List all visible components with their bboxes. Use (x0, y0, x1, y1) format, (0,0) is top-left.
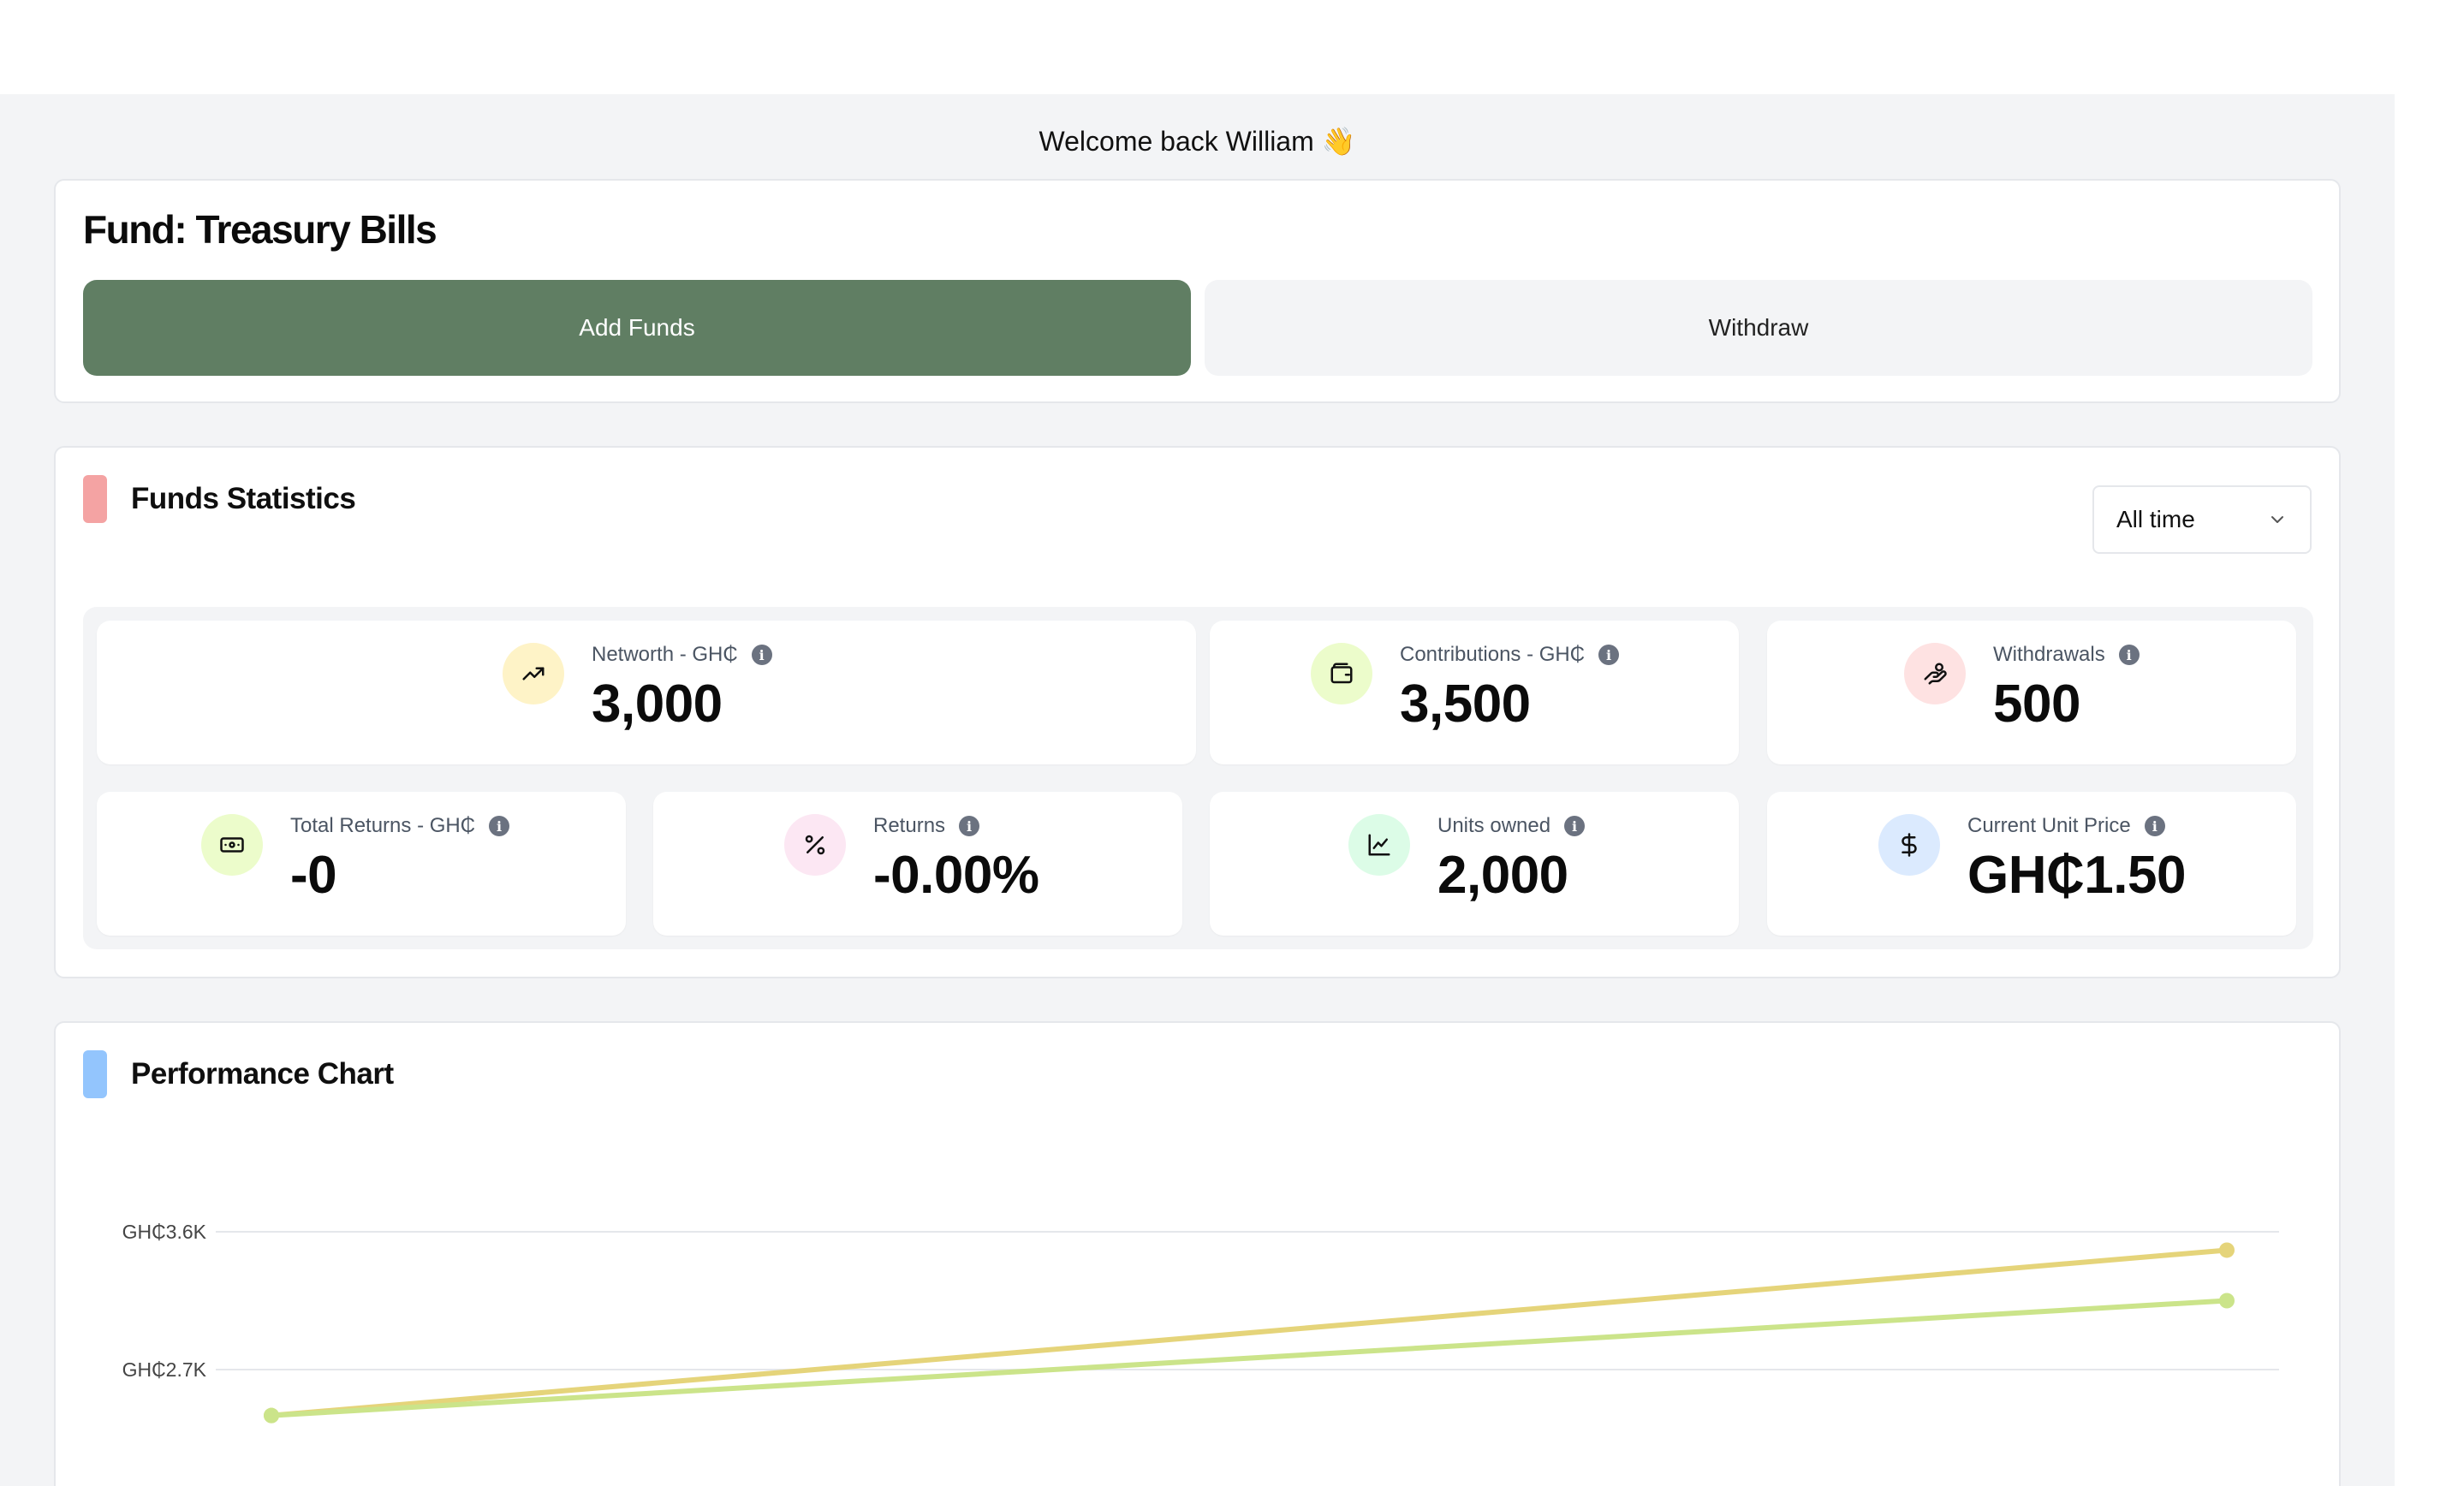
stat-value: 500 (1993, 675, 2080, 734)
stat-card-returns: Returns i -0.00% (653, 792, 1182, 936)
y-tick-label: GH₵3.6K (122, 1221, 207, 1243)
stat-label: Contributions - GH₵ (1400, 643, 1586, 666)
banknote-icon (201, 814, 263, 876)
stat-card-contributions: Contributions - GH₵ i 3,500 (1210, 621, 1739, 764)
fund-title: Fund: Treasury Bills (83, 207, 437, 252)
series-line (269, 1298, 2229, 1418)
stats-grid: Networth - GH₵ i 3,000 Contributions - GH… (83, 607, 2313, 949)
series-line (269, 1247, 2229, 1418)
data-point[interactable] (2219, 1293, 2235, 1309)
stat-label: Withdrawals (1993, 643, 2105, 666)
line-chart-icon (1348, 814, 1410, 876)
stat-card-withdrawals: Withdrawals i 500 (1767, 621, 2296, 764)
stat-label: Total Returns - GH₵ (290, 814, 476, 837)
y-tick-label: GH₵2.7K (122, 1358, 207, 1381)
section-marker (83, 475, 107, 523)
period-select-value: All time (2116, 506, 2195, 532)
info-icon[interactable]: i (2144, 816, 2165, 836)
welcome-message: Welcome back William 👋 (1039, 126, 1356, 157)
stat-value: -0.00% (873, 846, 1039, 905)
info-icon[interactable]: i (751, 645, 772, 665)
stat-card-units-owned: Units owned i 2,000 (1210, 792, 1739, 936)
trending-up-icon (503, 643, 564, 704)
performance-card: Performance Chart GH₵3.6K GH₵2.7K (54, 1021, 2341, 1486)
chevron-down-icon (2271, 516, 2283, 523)
stat-value: 3,500 (1400, 675, 1531, 734)
stat-label: Units owned (1437, 814, 1551, 837)
info-icon[interactable]: i (959, 816, 980, 836)
top-bar (0, 0, 2464, 94)
fund-card: Fund: Treasury Bills Add Funds Withdraw (54, 179, 2341, 403)
hand-coins-icon (1904, 643, 1966, 704)
stat-label: Returns (873, 814, 946, 837)
stat-label: Current Unit Price (1967, 814, 2131, 837)
period-select[interactable]: All time (2092, 485, 2312, 554)
withdraw-button[interactable]: Withdraw (1205, 280, 2312, 376)
percent-icon (784, 814, 846, 876)
info-icon[interactable]: i (2118, 645, 2140, 665)
info-icon[interactable]: i (1564, 816, 1586, 836)
data-point[interactable] (2219, 1242, 2235, 1258)
right-panel (2395, 94, 2464, 1486)
stat-value: -0 (290, 846, 337, 905)
stat-value: 3,000 (592, 675, 723, 734)
stat-label: Networth - GH₵ (592, 643, 738, 666)
statistics-title: Funds Statistics (131, 482, 356, 515)
funds-statistics-card: Funds Statistics All time Networth - GH₵… (54, 446, 2341, 978)
performance-chart: GH₵3.6K GH₵2.7K (122, 1221, 2279, 1424)
stat-value: 2,000 (1437, 846, 1568, 905)
info-icon[interactable]: i (489, 816, 510, 836)
stat-card-total-returns: Total Returns - GH₵ i -0 (97, 792, 626, 936)
stat-value: GH₵1.50 (1967, 846, 2186, 905)
data-point[interactable] (264, 1407, 279, 1424)
add-funds-button[interactable]: Add Funds (83, 280, 1191, 376)
dollar-icon (1878, 814, 1940, 876)
stat-card-networth: Networth - GH₵ i 3,000 (97, 621, 1196, 764)
stat-card-unit-price: Current Unit Price i GH₵1.50 (1767, 792, 2296, 936)
info-icon[interactable]: i (1598, 645, 1620, 665)
statistics-header: Funds Statistics (83, 475, 356, 523)
wallet-icon (1311, 643, 1372, 704)
